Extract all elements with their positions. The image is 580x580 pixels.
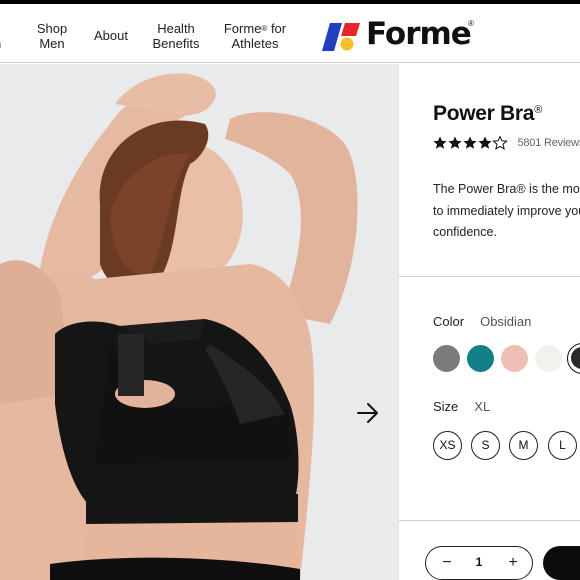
nav-health-line2: Benefits	[152, 36, 200, 51]
quantity-stepper: − 1 +	[425, 546, 533, 580]
color-swatch-obsidian-fill	[571, 347, 580, 369]
nav-shop-men-line2: Men	[39, 36, 65, 51]
add-to-cart-button[interactable]	[543, 546, 580, 580]
product-image-gallery	[0, 64, 398, 580]
quantity-value[interactable]: 1	[468, 555, 490, 569]
forme-logo-registered: ®	[468, 19, 474, 28]
product-title: Power Bra®	[433, 102, 542, 126]
nav-item-cut[interactable]: n	[0, 36, 1, 51]
quantity-increment-button[interactable]: +	[502, 552, 524, 574]
nav-athletes-line2: Athletes	[231, 36, 279, 51]
quantity-decrement-button[interactable]: −	[436, 552, 458, 574]
size-option-label: Size XL	[433, 399, 490, 414]
color-selected-value: Obsidian	[480, 314, 532, 329]
size-button-l[interactable]: L	[548, 431, 577, 460]
product-rating[interactable]: 5801 Reviews	[433, 134, 580, 150]
arrow-right-icon[interactable]	[356, 402, 380, 424]
size-label: Size	[433, 399, 459, 414]
color-label: Color	[433, 314, 465, 329]
nav-athletes-brand: Forme	[223, 21, 262, 36]
size-button-m[interactable]: M	[509, 431, 538, 460]
star-rating-icon	[433, 135, 508, 150]
size-button-xs[interactable]: XS	[433, 431, 462, 460]
product-description: The Power Bra® is the most to immediatel…	[433, 179, 580, 244]
color-swatch-gray[interactable]	[433, 345, 460, 372]
review-count[interactable]: 5801 Reviews	[517, 137, 580, 149]
color-swatch-blush[interactable]	[501, 345, 528, 372]
product-photo	[0, 64, 398, 580]
description-line-3: confidence.	[433, 225, 497, 239]
nav-shop-men-line1: Shop	[36, 21, 68, 36]
nav-forme-for-athletes[interactable]: Forme® for Athletes	[220, 21, 290, 51]
nav-health-line1: Health	[157, 21, 195, 36]
nav-about[interactable]: About	[90, 28, 132, 43]
site-header: n Shop Men About Health Benefits Forme® …	[0, 4, 580, 63]
size-button-s[interactable]: S	[471, 431, 500, 460]
color-swatch-teal[interactable]	[467, 345, 494, 372]
size-selected-value: XL	[474, 399, 491, 414]
nav-health-benefits[interactable]: Health Benefits	[150, 21, 202, 51]
forme-logo-mark-icon	[322, 23, 360, 51]
nav-shop-men[interactable]: Shop Men	[30, 21, 74, 51]
forme-logo-text: Forme	[366, 16, 472, 52]
description-line-1: The Power Bra® is the most	[433, 182, 580, 196]
nav-athletes-for: for	[267, 21, 287, 36]
color-option-label: Color Obsidian	[433, 314, 531, 329]
divider	[399, 520, 580, 521]
description-line-2: to immediately improve you	[433, 203, 580, 218]
color-swatch-ivory[interactable]	[535, 345, 562, 372]
divider	[399, 276, 580, 277]
color-swatch-obsidian[interactable]	[567, 343, 580, 374]
product-title-mark: ®	[534, 104, 542, 116]
product-title-text: Power Bra	[433, 102, 535, 125]
nav-athletes-line1: Forme® for	[220, 21, 290, 36]
product-details-panel: Power Bra® 5801 Reviews The Power Bra® i…	[398, 64, 580, 580]
